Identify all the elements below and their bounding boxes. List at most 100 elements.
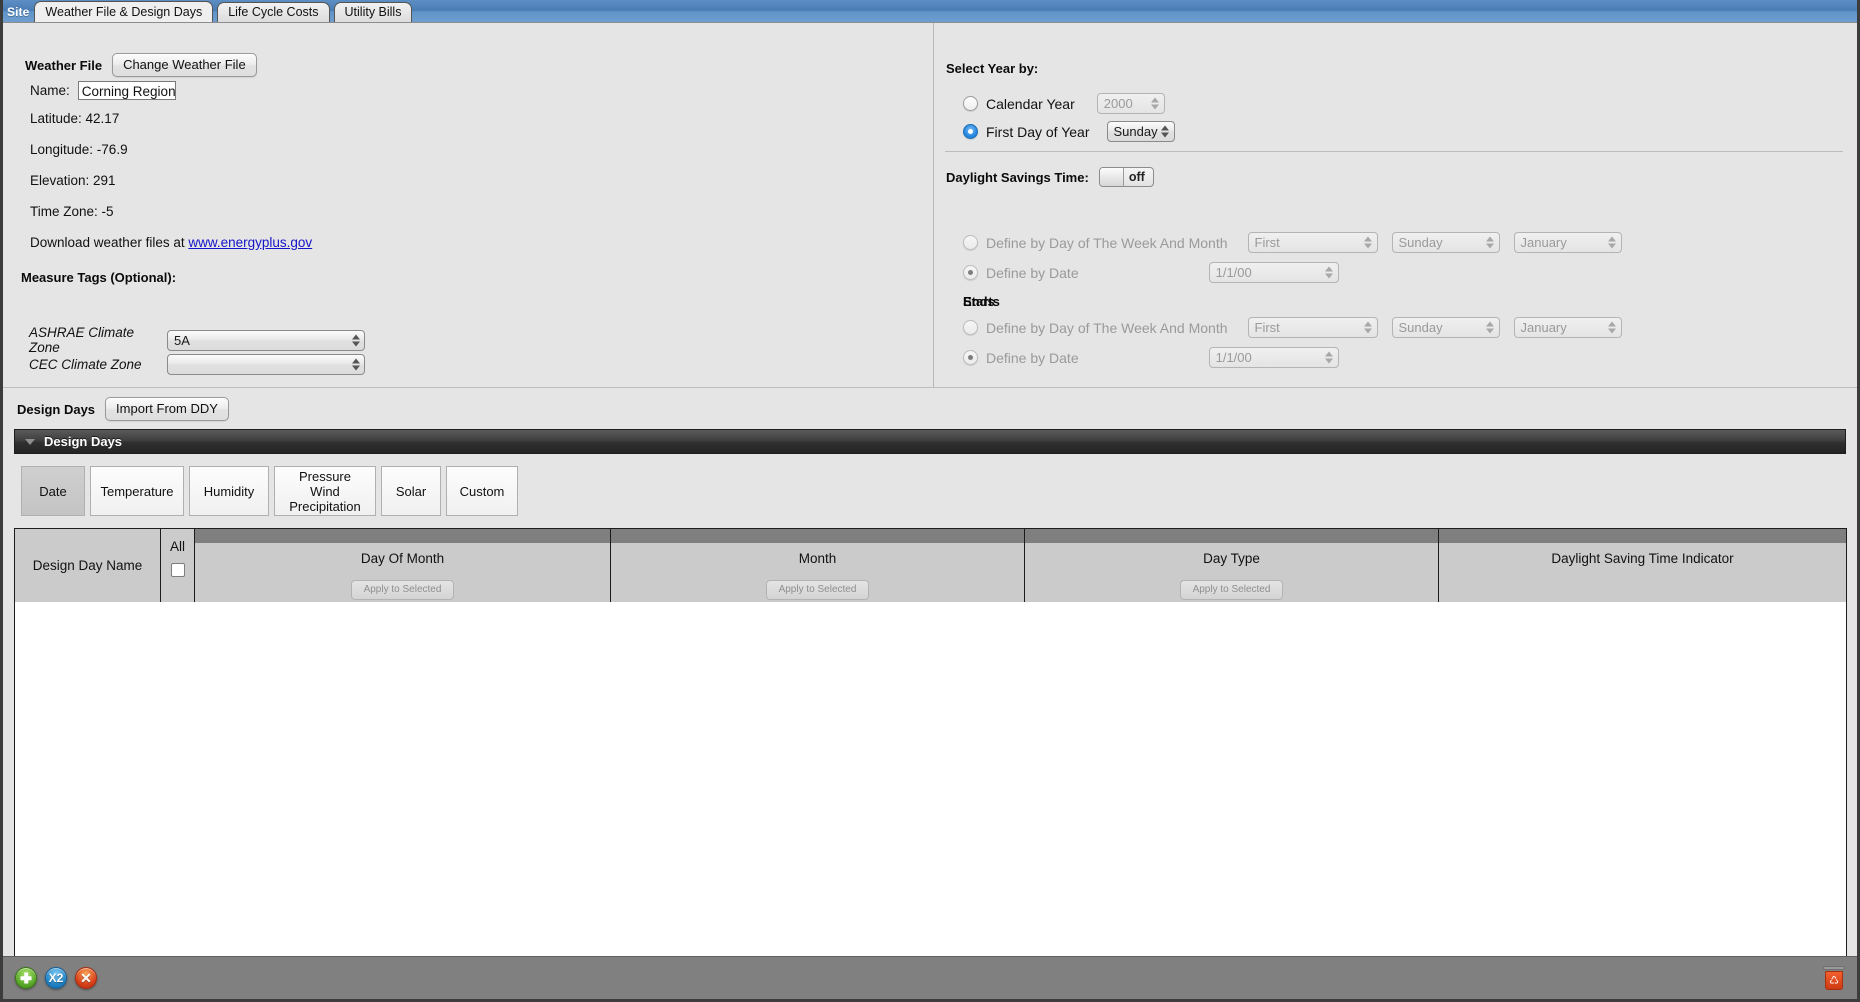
dd-tab-humidity[interactable]: Humidity [189,466,269,516]
stepper-icon[interactable] [1608,320,1617,335]
change-weather-file-button[interactable]: Change Weather File [112,53,257,77]
top-tab-bar: Site Weather File & Design Days Life Cyc… [3,0,1857,22]
trash-icon[interactable]: ♺ [1823,966,1845,990]
trash-body: ♺ [1825,971,1843,990]
stepper-icon[interactable] [1364,235,1373,250]
starts-ordinal-value: First [1254,235,1280,250]
stepper-icon[interactable] [1325,350,1334,365]
design-days-title: Design Days [17,401,96,417]
apply-to-selected-month[interactable]: Apply to Selected [765,580,870,600]
cec-climate-zone-label: CEC Climate Zone [29,356,142,372]
stepper-icon[interactable] [1608,235,1617,250]
elevation-value: Elevation: 291 [30,173,116,188]
stepper-icon[interactable] [1486,320,1495,335]
tab-content-panel: Weather File Change Weather File Name: C… [3,22,1857,999]
cec-climate-zone-select[interactable] [167,353,365,375]
longitude-value: Longitude: -76.9 [30,142,128,157]
stepper-icon[interactable] [1151,96,1160,111]
col-all-label: All [169,539,185,554]
weather-file-name-input[interactable]: Corning Regional Ap [77,81,176,100]
starts-define-by-date-radio[interactable] [963,265,978,280]
calendar-year-spinner[interactable]: 2000 [1096,93,1165,114]
col-design-day-name-label: Design Day Name [32,558,143,573]
ends-define-by-dow-radio[interactable] [963,320,978,335]
col-strip [611,529,1024,543]
stepper-icon[interactable] [351,357,360,372]
starts-day-select[interactable]: Sunday [1391,232,1500,253]
design-days-tab-strip: Date Temperature Humidity Pressure Wind … [21,466,523,516]
dst-toggle[interactable]: off [1098,167,1154,187]
stepper-icon[interactable] [1364,320,1373,335]
col-month: Month Apply to Selected [611,529,1025,602]
add-icon[interactable] [15,967,37,989]
first-day-of-year-radio[interactable] [963,124,978,139]
design-days-header: Design Days Import From DDY [17,397,229,421]
weather-file-name-row: Name: Corning Regional Ap [30,81,176,100]
dd-tab-pressure-wind-precipitation[interactable]: Pressure Wind Precipitation [274,466,376,516]
energyplus-link[interactable]: www.energyplus.gov [188,235,312,250]
trash-lid [1823,966,1845,970]
remove-label: ✕ [80,970,92,986]
stepper-icon[interactable] [1161,124,1170,139]
download-prefix-text: Download weather files at [30,235,189,250]
stepper-icon[interactable] [1486,235,1495,250]
name-label: Name: [30,83,70,98]
chevron-down-icon[interactable] [25,438,35,445]
tab-utility-bills[interactable]: Utility Bills [333,2,413,22]
dst-toggle-state: off [1128,170,1145,184]
measure-tags-grid: ASHRAE Climate Zone 5A CEC Climate Zone [29,325,365,376]
col-month-label: Month [798,551,837,566]
calendar-year-label: Calendar Year [986,95,1075,112]
ends-date-value: 1/1/00 [1215,350,1252,365]
stepper-icon[interactable] [1325,265,1334,280]
duplicate-icon[interactable]: X2 [45,967,67,989]
dd-tab-temperature[interactable]: Temperature [90,466,184,516]
ends-date-row: Define by Date 1/1/00 [963,347,1339,368]
starts-date-spinner[interactable]: 1/1/00 [1208,262,1339,283]
ashrae-climate-zone-row: ASHRAE Climate Zone 5A [29,325,365,355]
ends-month-select[interactable]: January [1513,317,1622,338]
tab-life-cycle-costs[interactable]: Life Cycle Costs [217,2,330,22]
first-day-of-year-select[interactable]: Sunday [1106,121,1175,142]
calendar-year-radio[interactable] [963,96,978,111]
col-day-type-label: Day Type [1203,551,1260,566]
design-days-panel-title: Design Days [44,434,123,449]
table-header-row: Design Day Name All Day Of Month Apply t… [15,529,1846,602]
dd-tab-custom[interactable]: Custom [446,466,518,516]
apply-to-selected-day-of-month[interactable]: Apply to Selected [350,580,455,600]
starts-ordinal-select[interactable]: First [1247,232,1378,253]
application-window: Site Weather File & Design Days Life Cyc… [0,0,1860,1002]
import-from-ddy-button[interactable]: Import From DDY [105,397,229,421]
select-year-title: Select Year by: [946,61,1039,76]
first-day-of-year-value: Sunday [1113,124,1158,139]
col-day-of-month-label: Day Of Month [360,551,445,566]
ends-define-by-date-label: Define by Date [986,349,1079,366]
starts-define-by-dow-radio[interactable] [963,235,978,250]
ashrae-climate-zone-select[interactable]: 5A [167,329,365,351]
ends-title: Ends [963,294,995,309]
ends-ordinal-value: First [1254,320,1280,335]
remove-icon[interactable]: ✕ [75,967,97,989]
dd-tab-date[interactable]: Date [21,466,85,516]
weather-file-header: Weather File Change Weather File [25,53,257,77]
col-strip [1439,529,1846,543]
tab-weather-file-design-days[interactable]: Weather File & Design Days [34,1,214,22]
download-weather-files-line: Download weather files at www.energyplus… [30,235,312,250]
ashrae-climate-zone-value: 5A [174,332,190,348]
ends-ordinal-select[interactable]: First [1247,317,1378,338]
col-strip [1025,529,1438,543]
ends-define-by-date-radio[interactable] [963,350,978,365]
first-day-of-year-row: First Day of Year Sunday [963,121,1175,142]
design-days-panel-header[interactable]: Design Days [14,429,1846,454]
cec-climate-zone-row: CEC Climate Zone [29,352,365,376]
dd-tab-solar[interactable]: Solar [381,466,441,516]
apply-to-selected-day-type[interactable]: Apply to Selected [1179,580,1284,600]
ends-date-spinner[interactable]: 1/1/00 [1208,347,1339,368]
select-all-checkbox[interactable] [170,563,185,577]
starts-month-select[interactable]: January [1513,232,1622,253]
ends-day-value: Sunday [1398,320,1443,335]
stepper-icon[interactable] [351,333,360,348]
recycle-glyph: ♺ [1829,975,1839,987]
ends-day-select[interactable]: Sunday [1391,317,1500,338]
vertical-divider [933,23,934,388]
